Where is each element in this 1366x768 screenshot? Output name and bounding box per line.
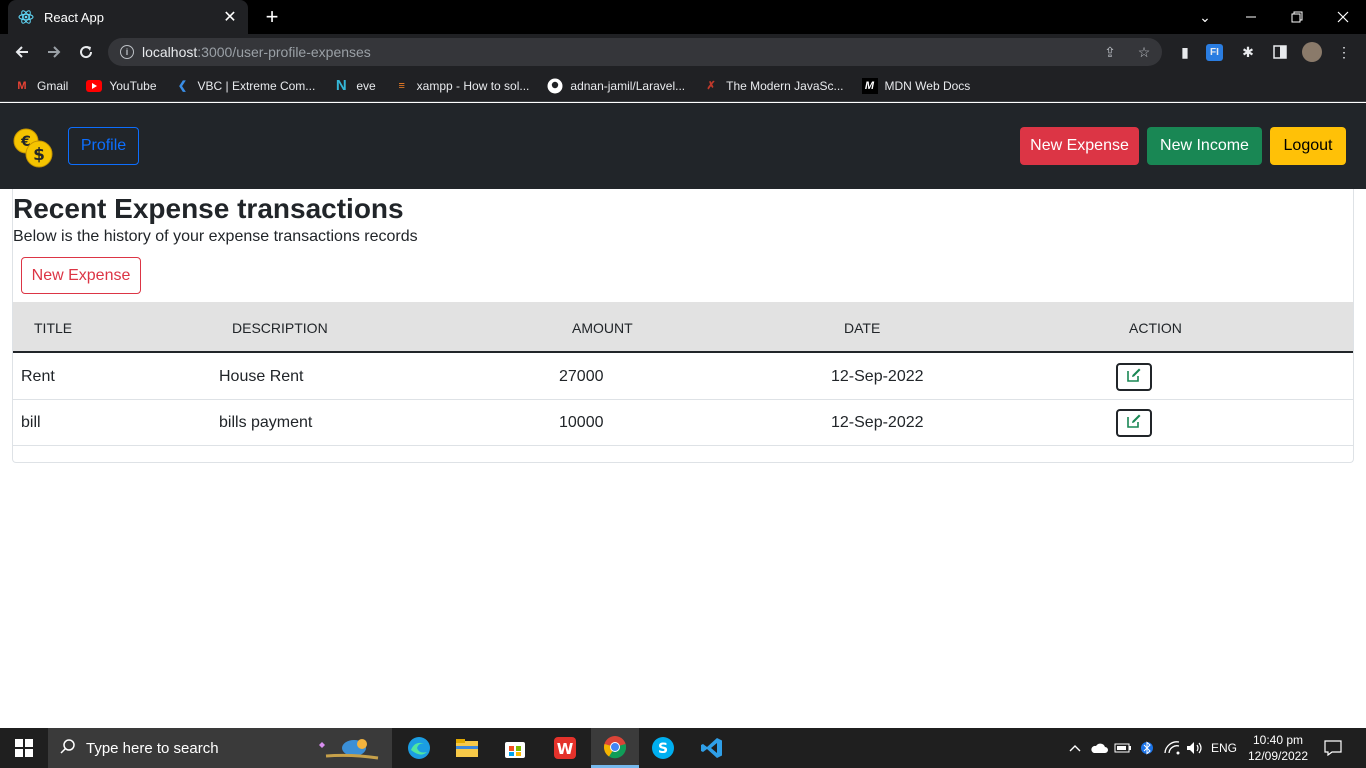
app-navbar: € $ Profile New Expense New Income Logou…: [0, 103, 1366, 189]
gmail-icon: M: [17, 79, 27, 92]
show-hidden-icons-chevron-icon[interactable]: [1066, 728, 1084, 768]
clock-time: 10:40 pm: [1252, 733, 1304, 747]
edit-button[interactable]: [1116, 363, 1152, 391]
svg-text:$: $: [33, 145, 45, 165]
youtube-icon: [86, 78, 103, 94]
coins-logo-icon[interactable]: € $: [12, 127, 54, 169]
bookmark-vbc[interactable]: ❮ VBC | Extreme Com...: [175, 78, 315, 94]
edit-button[interactable]: [1116, 409, 1152, 437]
side-panel-icon[interactable]: [1270, 42, 1290, 62]
fi-extension-icon[interactable]: FI: [1206, 44, 1223, 61]
logout-button[interactable]: Logout: [1270, 127, 1346, 165]
bookmark-modern-js[interactable]: ✗ The Modern JavaSc...: [703, 78, 844, 94]
volume-icon[interactable]: [1185, 728, 1205, 768]
search-highlight-bird-icon: [316, 734, 386, 762]
windows-start-icon[interactable]: [0, 728, 48, 768]
table-header: TITLE DESCRIPTION AMOUNT DATE ACTION: [13, 302, 1353, 353]
bookmark-github[interactable]: adnan-jamil/Laravel...: [547, 78, 685, 94]
column-header-amount: AMOUNT: [572, 320, 633, 336]
column-header-action: ACTION: [1129, 320, 1182, 336]
cell-amount: 27000: [559, 368, 604, 385]
column-header-date: DATE: [844, 320, 881, 336]
bookmark-youtube[interactable]: YouTube: [86, 78, 157, 94]
edge-icon[interactable]: [395, 728, 443, 768]
new-expense-button[interactable]: New Expense: [21, 257, 141, 294]
browser-toolbar: i localhost:3000/user-profile-expenses ⇪…: [0, 34, 1366, 70]
bookmark-eve[interactable]: Neve: [333, 77, 376, 94]
language-indicator[interactable]: ENG: [1208, 728, 1240, 768]
bookmarks-bar: M Gmail YouTube ❮ VBC | Extreme Com... Nev…: [0, 70, 1366, 102]
notification-center-icon[interactable]: [1320, 728, 1346, 768]
react-icon: [18, 9, 34, 25]
forward-arrow-icon[interactable]: [42, 40, 66, 64]
nav-new-expense-button[interactable]: New Expense: [1020, 127, 1139, 165]
close-window-icon[interactable]: [1320, 0, 1366, 34]
minimize-icon[interactable]: [1228, 0, 1274, 34]
bookmark-xampp[interactable]: ≡ xampp - How to sol...: [394, 78, 529, 94]
table-row: Rent House Rent 27000 12-Sep-2022: [13, 354, 1353, 400]
nav-new-income-button[interactable]: New Income: [1147, 127, 1262, 165]
tab-search-icon[interactable]: ⌄: [1182, 0, 1228, 34]
vscode-icon[interactable]: [688, 728, 736, 768]
back-arrow-icon[interactable]: [10, 40, 34, 64]
clock-date: 12/09/2022: [1247, 749, 1309, 763]
share-icon[interactable]: ⇪: [1102, 44, 1118, 60]
cell-title: Rent: [21, 368, 55, 385]
taskbar-clock[interactable]: 10:40 pm 12/09/2022: [1246, 732, 1310, 764]
bookmark-mdn[interactable]: M MDN Web Docs: [861, 77, 970, 94]
bluetooth-icon[interactable]: [1138, 728, 1156, 768]
page-title: Recent Expense transactions: [13, 193, 404, 224]
clipboard-extension-icon[interactable]: ▮: [1175, 42, 1195, 62]
cell-title: bill: [21, 414, 41, 431]
mdn-icon: M: [861, 77, 878, 94]
url-path: :3000/user-profile-expenses: [197, 44, 371, 60]
wps-office-icon[interactable]: W: [541, 728, 589, 768]
wifi-icon[interactable]: [1162, 728, 1182, 768]
url-host: localhost: [142, 44, 198, 60]
javascript-info-icon: ✗: [706, 80, 716, 92]
cell-date: 12-Sep-2022: [831, 414, 924, 431]
onedrive-cloud-icon[interactable]: [1089, 728, 1109, 768]
edit-icon: [1126, 413, 1142, 434]
skype-icon[interactable]: S: [639, 728, 687, 768]
svg-text:W: W: [557, 740, 574, 758]
address-bar[interactable]: i localhost:3000/user-profile-expenses ⇪…: [108, 38, 1162, 66]
bookmark-star-icon[interactable]: ☆: [1136, 44, 1152, 60]
new-tab-button[interactable]: +: [260, 5, 284, 29]
vbc-icon: ❮: [177, 80, 188, 92]
extensions-puzzle-icon[interactable]: ✱: [1238, 42, 1258, 62]
cell-date: 12-Sep-2022: [831, 368, 924, 385]
search-placeholder: Type here to search: [86, 739, 219, 757]
edit-icon: [1126, 367, 1142, 388]
microsoft-store-icon[interactable]: [491, 728, 539, 768]
site-info-icon[interactable]: i: [120, 45, 134, 59]
cell-description: bills payment: [219, 414, 313, 431]
battery-icon[interactable]: [1113, 728, 1133, 768]
browser-tab-strip: React App ✕ + ⌄: [0, 0, 1366, 34]
table-row: bill bills payment 10000 12-Sep-2022: [13, 400, 1353, 446]
profile-avatar[interactable]: [1302, 42, 1322, 62]
column-header-description: DESCRIPTION: [232, 320, 328, 336]
chrome-icon[interactable]: [591, 728, 639, 768]
close-tab-icon[interactable]: ✕: [222, 7, 238, 27]
eve-icon: N: [335, 77, 347, 94]
cell-amount: 10000: [559, 414, 604, 431]
page-subtitle: Below is the history of your expense tra…: [13, 228, 418, 245]
bookmark-gmail[interactable]: M Gmail: [14, 78, 68, 94]
taskbar-search-box[interactable]: Type here to search: [48, 728, 392, 768]
reload-icon[interactable]: [74, 40, 98, 64]
column-header-title: TITLE: [34, 320, 73, 336]
search-icon: [60, 738, 76, 759]
profile-button[interactable]: Profile: [68, 127, 139, 165]
file-explorer-icon[interactable]: [443, 728, 491, 768]
chrome-menu-icon[interactable]: ⋮: [1334, 42, 1354, 62]
svg-text:S: S: [658, 741, 668, 757]
stackoverflow-icon: ≡: [398, 79, 405, 92]
github-icon: [547, 78, 563, 94]
cell-description: House Rent: [219, 368, 304, 385]
browser-tab[interactable]: React App ✕: [8, 0, 248, 34]
windows-taskbar: Type here to search W S ENG 10:40 pm 12/…: [0, 728, 1366, 768]
tab-title: React App: [44, 9, 104, 25]
restore-icon[interactable]: [1274, 0, 1320, 34]
